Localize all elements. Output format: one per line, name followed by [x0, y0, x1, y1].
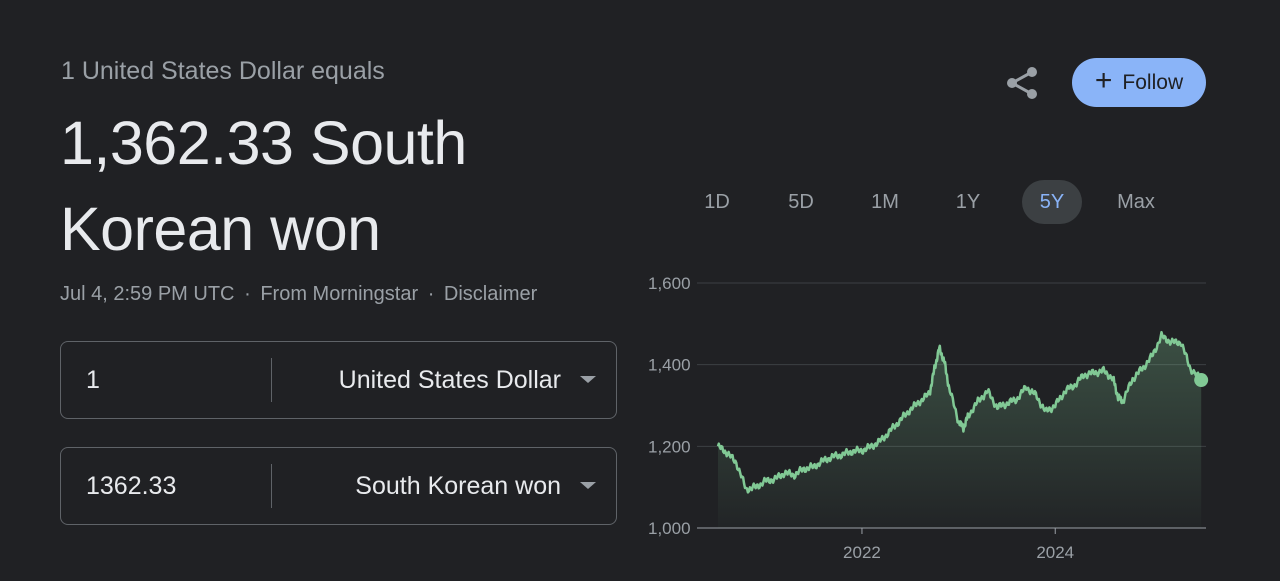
field-divider — [271, 358, 272, 402]
source-link[interactable]: From Morningstar — [260, 283, 418, 305]
chart-area-fill — [718, 332, 1202, 528]
time-range-tabs: 1D 5D 1M 1Y 5Y Max — [690, 180, 1190, 224]
separator: · — [244, 283, 251, 305]
x-tick-label: 2022 — [843, 543, 881, 562]
to-amount-input[interactable]: 1362.33 — [86, 448, 176, 524]
from-currency-row: 1 United States Dollar — [60, 341, 617, 419]
exchange-rate: 1,362.33 South Korean won — [60, 100, 620, 272]
tab-5y[interactable]: 5Y — [1022, 180, 1082, 224]
field-divider — [271, 464, 272, 508]
exchange-rate-line1: 1,362.33 South — [60, 109, 467, 177]
tab-5d[interactable]: 5D — [774, 180, 828, 224]
y-tick-label: 1,000 — [648, 519, 691, 538]
share-button[interactable] — [1002, 63, 1042, 103]
separator: · — [427, 283, 435, 305]
rate-meta: Jul 4, 2:59 PM UTC · From Morningstar · … — [60, 283, 537, 306]
follow-label: Follow — [1122, 70, 1184, 94]
from-amount-input[interactable]: 1 — [86, 342, 100, 418]
share-icon — [1007, 67, 1037, 99]
chevron-down-icon[interactable] — [580, 376, 596, 383]
from-currency-select[interactable]: United States Dollar — [339, 342, 561, 418]
tab-1y[interactable]: 1Y — [941, 180, 995, 224]
y-tick-label: 1,600 — [648, 274, 691, 293]
follow-button[interactable]: + Follow — [1072, 58, 1206, 107]
y-tick-label: 1,200 — [648, 437, 691, 456]
tab-1d[interactable]: 1D — [690, 180, 744, 224]
y-tick-label: 1,400 — [648, 356, 691, 375]
timestamp: Jul 4, 2:59 PM UTC — [60, 283, 235, 305]
tab-1m[interactable]: 1M — [858, 180, 912, 224]
tab-max[interactable]: Max — [1108, 180, 1164, 224]
to-currency-select[interactable]: South Korean won — [355, 448, 561, 524]
x-tick-label: 2024 — [1036, 543, 1074, 562]
rate-subtitle: 1 United States Dollar equals — [61, 57, 385, 85]
exchange-rate-line2: Korean won — [60, 195, 381, 263]
last-value-marker — [1194, 373, 1209, 388]
plus-icon: + — [1094, 64, 1113, 97]
disclaimer-link[interactable]: Disclaimer — [444, 283, 537, 305]
exchange-rate-chart[interactable]: 1,600 1,400 1,200 1,000 2022 2024 — [640, 262, 1220, 562]
to-currency-row: 1362.33 South Korean won — [60, 447, 617, 525]
chevron-down-icon[interactable] — [580, 482, 596, 489]
